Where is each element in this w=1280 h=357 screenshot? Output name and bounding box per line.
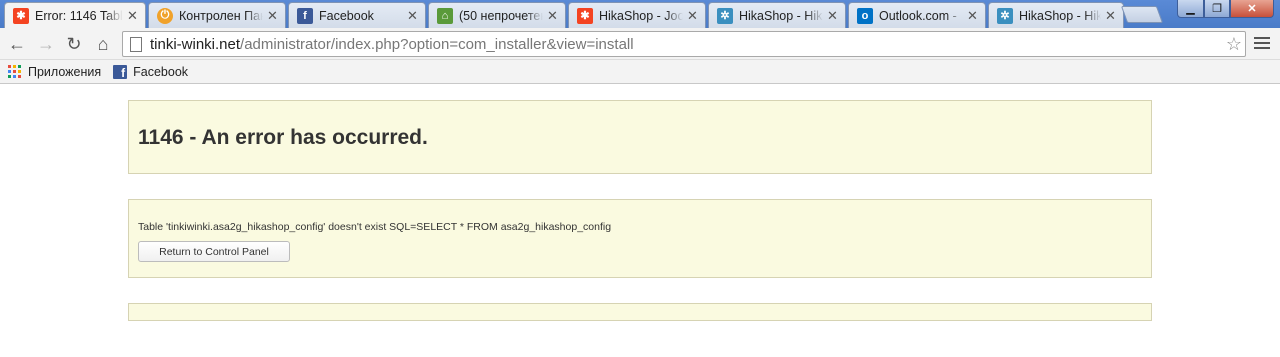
tab-title: Facebook [319, 8, 374, 23]
browser-toolbar: ← → ↻ ⌂ tinki-winki.net/administrator/in… [0, 28, 1280, 60]
tab-hikashop-joomla[interactable]: ✱ HikaShop - Joomla ✕ [568, 2, 706, 28]
facebook-icon: f [113, 64, 128, 79]
error-message-panel: Table 'tinkiwinki.asa2g_hikashop_config'… [128, 199, 1152, 278]
outlook-icon: o [857, 7, 873, 24]
tab-title: Контролен Панел [179, 8, 263, 23]
bookmark-label: Facebook [133, 64, 189, 79]
reload-icon[interactable]: ↻ [63, 33, 85, 55]
close-icon[interactable]: ✕ [827, 9, 839, 22]
close-icon[interactable]: ✕ [407, 9, 419, 22]
facebook-icon: f [297, 7, 313, 24]
tab-title: (50 непрочетени [459, 8, 543, 23]
tab-strip: ✱ Error: 1146 Table ✕ ⏻ Контролен Панел … [0, 0, 1280, 28]
hikashop-icon: ✲ [997, 7, 1013, 24]
tab-title: HikaShop - HikaShop [1019, 8, 1101, 23]
close-icon[interactable]: ✕ [967, 9, 979, 22]
tab-control-panel[interactable]: ⏻ Контролен Панел ✕ [148, 2, 286, 28]
joomla-icon: ✱ [577, 7, 593, 24]
home-icon[interactable]: ⌂ [92, 33, 114, 55]
power-icon: ⏻ [157, 7, 173, 24]
error-message: Table 'tinkiwinki.asa2g_hikashop_config'… [138, 221, 612, 233]
empty-panel [128, 303, 1152, 321]
menu-icon[interactable] [1254, 35, 1270, 51]
page-icon [130, 36, 142, 52]
url-text: tinki-winki.net/administrator/index.php?… [150, 36, 634, 53]
bookmark-label: Приложения [28, 64, 102, 79]
url-path: /administrator/index.php?option=com_inst… [240, 35, 634, 53]
return-to-control-panel-button[interactable]: Return to Control Panel [138, 241, 290, 262]
home-icon: ⌂ [437, 7, 453, 24]
bookmark-star-icon[interactable]: ☆ [1226, 34, 1242, 55]
tab-title: Outlook.com - [879, 8, 957, 23]
tab-title: HikaShop - HikaShop [739, 8, 823, 23]
tab-hikashop-1[interactable]: ✲ HikaShop - HikaShop ✕ [708, 2, 846, 28]
hikashop-icon: ✲ [717, 7, 733, 24]
close-icon[interactable]: ✕ [547, 9, 559, 22]
maximize-button[interactable]: ❐ [1204, 0, 1230, 18]
url-host: tinki-winki.net [150, 35, 241, 53]
tab-facebook[interactable]: f Facebook ✕ [288, 2, 426, 28]
close-icon[interactable]: ✕ [1105, 9, 1117, 22]
tab-title: Error: 1146 Table [35, 8, 123, 23]
minimize-button[interactable]: ▁ [1177, 0, 1204, 18]
close-icon[interactable]: ✕ [127, 9, 139, 22]
close-icon[interactable]: ✕ [267, 9, 279, 22]
tab-error[interactable]: ✱ Error: 1146 Table ✕ [4, 2, 146, 28]
address-bar[interactable]: tinki-winki.net/administrator/index.php?… [122, 31, 1246, 57]
window-controls: ▁ ❐ ✕ [1177, 0, 1274, 20]
new-tab-button[interactable] [1120, 6, 1164, 23]
joomla-icon: ✱ [13, 7, 29, 24]
close-window-button[interactable]: ✕ [1230, 0, 1274, 18]
bookmarks-bar: Приложения f Facebook [0, 60, 1280, 84]
error-title-panel: 1146 - An error has occurred. [128, 100, 1152, 174]
tab-title: HikaShop - Joomla [599, 8, 683, 23]
bookmark-apps[interactable]: Приложения [8, 65, 101, 79]
tab-outlook[interactable]: o Outlook.com - ✕ [848, 2, 986, 28]
tab-messages[interactable]: ⌂ (50 непрочетени ✕ [428, 2, 566, 28]
apps-grid-icon [8, 65, 21, 78]
error-title: 1146 - An error has occurred. [138, 126, 428, 149]
tab-hikashop-2[interactable]: ✲ HikaShop - HikaShop ✕ [988, 2, 1124, 28]
back-arrow-icon[interactable]: ← [6, 33, 28, 55]
forward-arrow-icon[interactable]: → [35, 33, 57, 55]
close-icon[interactable]: ✕ [687, 9, 699, 22]
bookmark-facebook[interactable]: f Facebook [113, 64, 189, 79]
